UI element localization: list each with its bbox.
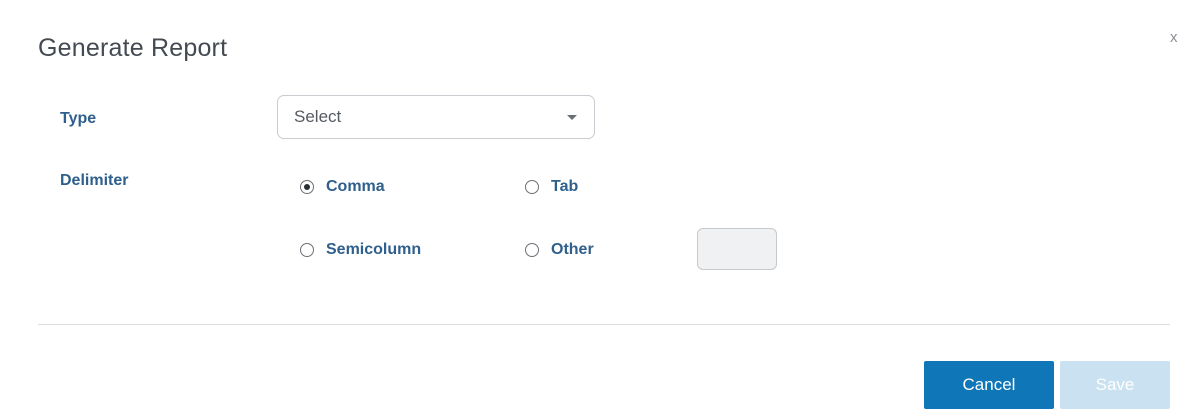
close-icon[interactable]: x [1170, 30, 1178, 45]
delimiter-radio-other[interactable]: Other [525, 241, 594, 259]
radio-unchecked-icon[interactable] [300, 243, 314, 257]
type-select-value: Select [294, 107, 342, 126]
other-delimiter-input[interactable] [697, 228, 777, 270]
delimiter-label: Delimiter [60, 172, 129, 189]
delimiter-radio-label: Semicolumn [326, 241, 422, 258]
radio-unchecked-icon[interactable] [525, 243, 539, 257]
delimiter-radio-semicolumn[interactable]: Semicolumn [300, 241, 421, 259]
delimiter-radio-label: Other [551, 241, 594, 258]
chevron-down-icon [567, 115, 577, 120]
dialog-title: Generate Report [38, 34, 228, 62]
delimiter-radio-tab[interactable]: Tab [525, 178, 578, 196]
radio-checked-icon[interactable] [300, 180, 314, 194]
delimiter-radio-label: Tab [551, 178, 579, 195]
delimiter-radio-comma[interactable]: Comma [300, 178, 385, 196]
delimiter-radio-label: Comma [326, 178, 385, 195]
generate-report-dialog: Generate Report x Type Select Delimiter … [0, 0, 1204, 420]
cancel-button[interactable]: Cancel [924, 361, 1054, 409]
type-select[interactable]: Select [277, 95, 595, 139]
radio-unchecked-icon[interactable] [525, 180, 539, 194]
type-label: Type [60, 110, 97, 127]
save-button[interactable]: Save [1060, 361, 1170, 409]
footer-divider [38, 324, 1170, 325]
